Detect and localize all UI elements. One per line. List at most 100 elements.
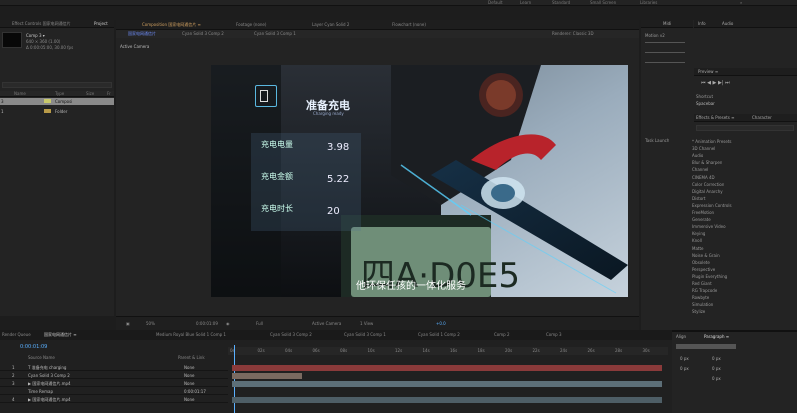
layer-name[interactable]: ▶ 国家电网通信片.mp4 — [28, 381, 71, 387]
resolution-select[interactable]: Full — [256, 321, 263, 326]
tab-render-queue[interactable]: Render Queue — [2, 332, 31, 337]
effects-category-item[interactable]: Generate — [692, 217, 711, 222]
tab-comp[interactable]: Cyan Solid 3 Comp 1 — [344, 332, 386, 337]
comp-name[interactable]: Comp 3 ▾ — [26, 33, 45, 38]
renderer-label[interactable]: Renderer: Classic 3D — [552, 31, 594, 36]
effects-category-item[interactable]: FreeMotion — [692, 210, 714, 215]
tab-footage[interactable]: Footage (none) — [236, 22, 266, 27]
layer-duration-bar[interactable] — [232, 364, 662, 371]
tab-align[interactable]: Align — [676, 334, 686, 339]
effects-category-item[interactable]: 3D Channel — [692, 146, 715, 151]
col-fr[interactable]: Fr — [107, 91, 111, 96]
col-type[interactable]: Type — [55, 91, 64, 96]
tab-comp[interactable]: Comp 2 — [494, 332, 510, 337]
col-source-name[interactable]: Source Name — [28, 355, 55, 360]
tab-character[interactable]: Character — [752, 115, 772, 120]
tab-comp[interactable]: Medium Royal Blue Solid 1 Comp 1 — [156, 332, 226, 337]
workspace-learn[interactable]: Learn — [520, 0, 531, 5]
tab-composition[interactable]: Composition 国家电网通信片 ≡ — [142, 22, 201, 28]
breadcrumb-item[interactable]: Cyan Solid 3 Comp 2 — [182, 31, 224, 36]
effects-category-item[interactable]: Obsolete — [692, 260, 710, 265]
monitor-icon[interactable]: ▣ — [126, 321, 130, 326]
slider[interactable] — [645, 62, 685, 63]
tab-preview[interactable]: Preview ≡ — [698, 69, 718, 74]
effects-category-item[interactable]: Plugin Everything — [692, 274, 727, 279]
effects-category-item[interactable]: Digital Anarchy — [692, 189, 723, 194]
col-name[interactable]: Name — [14, 91, 26, 96]
workspace-small-screen[interactable]: Small Screen — [590, 0, 616, 5]
effects-category-item[interactable]: Red Giant — [692, 281, 712, 286]
parent-select[interactable]: None — [184, 373, 194, 378]
camera-select[interactable]: Active Camera — [312, 321, 341, 326]
effects-category-item[interactable]: Perspective — [692, 267, 715, 272]
col-parent-link[interactable]: Parent & Link — [178, 355, 205, 360]
layer-row[interactable]: 3 ▶ 国家电网通信片.mp4 None — [0, 380, 228, 387]
time-ruler[interactable]: 0s 02s 04s 06s 08s 10s 12s 14s 16s 18s 20s 22s 24s 26… — [228, 347, 668, 355]
effects-category-item[interactable]: Blur & Sharpen — [692, 160, 722, 165]
list-item[interactable]: 3 Composi — [0, 98, 114, 105]
tab-comp[interactable]: Cyan Solid 1 Comp 2 — [418, 332, 460, 337]
comp-canvas[interactable]: 四A·D0E5 准备充电 Charging ready 充电电量 3.98 充电… — [211, 65, 628, 297]
tab-paragraph[interactable]: Paragraph ≡ — [704, 334, 729, 339]
effects-category-item[interactable]: Rowbyte — [692, 295, 709, 300]
parent-select[interactable]: 0:00:01:17 — [184, 389, 206, 394]
exposure-value[interactable]: +0.0 — [436, 321, 446, 326]
parent-select[interactable]: None — [184, 365, 194, 370]
list-item[interactable]: 1 Folder — [0, 108, 114, 115]
effects-category-item[interactable]: CINEMA 4D — [692, 175, 715, 180]
layer-row[interactable]: Time Remap 0:00:01:17 — [0, 388, 228, 395]
effects-category-item[interactable]: Matte — [692, 246, 704, 251]
effects-category-item[interactable]: RG Trapcode — [692, 288, 717, 293]
paragraph-align-buttons[interactable] — [676, 344, 736, 349]
label-color[interactable] — [44, 99, 51, 103]
effects-category-item[interactable]: Distort — [692, 196, 706, 201]
tab-layer[interactable]: Layer Cyan Solid 2 — [312, 22, 349, 27]
effects-category-item[interactable]: Color Correction — [692, 182, 724, 187]
effects-category-item[interactable]: Immersive Video — [692, 224, 726, 229]
tab-comp[interactable]: Comp 3 — [546, 332, 562, 337]
timeline-timecode[interactable]: 0:00:01:09 — [20, 344, 47, 350]
search-help-icon[interactable]: ⌕ — [740, 0, 742, 5]
view-layout-select[interactable]: 1 View — [360, 321, 373, 326]
zoom-select[interactable]: 50% — [146, 321, 155, 326]
effects-category-item[interactable]: Audio — [692, 153, 703, 158]
tab-project[interactable]: Project — [94, 21, 108, 26]
layer-name[interactable]: T 准备充电 charging — [28, 365, 66, 371]
workspace-libraries[interactable]: Libraries — [640, 0, 657, 5]
playhead[interactable] — [234, 345, 235, 413]
effects-category-item[interactable]: Knoll — [692, 238, 702, 243]
effects-search-input[interactable] — [696, 125, 794, 131]
playback-controls[interactable]: ⏮ ◀ ▶ ▶| ⏭ — [701, 80, 730, 86]
effects-category-item[interactable]: Simulation — [692, 302, 713, 307]
layer-row[interactable]: 2 Cyan Solid 3 Comp 2 None — [0, 372, 228, 379]
project-search-input[interactable] — [2, 82, 112, 88]
tab-comp-main[interactable]: 国家电网通信片 ≡ — [44, 332, 77, 338]
slider[interactable] — [645, 42, 685, 43]
parent-select[interactable]: None — [184, 397, 194, 402]
tab-audio[interactable]: Audio — [722, 21, 733, 26]
indent-field[interactable]: 0 px — [680, 356, 689, 361]
layer-name[interactable]: ▶ 国家电网通信片.mp4 — [28, 397, 71, 403]
effects-category-item[interactable]: Stylize — [692, 309, 705, 314]
layer-duration-bar[interactable] — [232, 372, 302, 379]
workspace-default[interactable]: Default — [488, 0, 503, 5]
parent-select[interactable]: None — [184, 381, 194, 386]
tab-comp[interactable]: Cyan Solid 3 Comp 2 — [270, 332, 312, 337]
indent-field[interactable]: 0 px — [712, 356, 721, 361]
breadcrumb-item[interactable]: 国家电网通信片 — [128, 31, 156, 37]
tab-tracker[interactable]: Midi — [663, 21, 671, 26]
tab-flowchart[interactable]: Flowchart (none) — [392, 22, 426, 27]
effects-category-item[interactable]: Expression Controls — [692, 203, 732, 208]
indent-field[interactable]: 0 px — [680, 366, 689, 371]
effects-category-item[interactable]: Keying — [692, 231, 705, 236]
layer-name[interactable]: Cyan Solid 3 Comp 2 — [28, 373, 70, 378]
layer-name[interactable]: Time Remap — [28, 389, 53, 394]
layer-row[interactable]: 4 ▶ 国家电网通信片.mp4 None — [0, 396, 228, 403]
effects-category-item[interactable]: Channel — [692, 167, 708, 172]
effects-category-item[interactable]: Noise & Grain — [692, 253, 720, 258]
space-field[interactable]: 0 px — [712, 376, 721, 381]
shortcut-select[interactable]: Spacebar — [696, 101, 715, 106]
tab-info[interactable]: Info — [698, 21, 706, 26]
layer-row[interactable]: 1 T 准备充电 charging None — [0, 364, 228, 371]
layer-duration-bar[interactable] — [232, 396, 662, 403]
